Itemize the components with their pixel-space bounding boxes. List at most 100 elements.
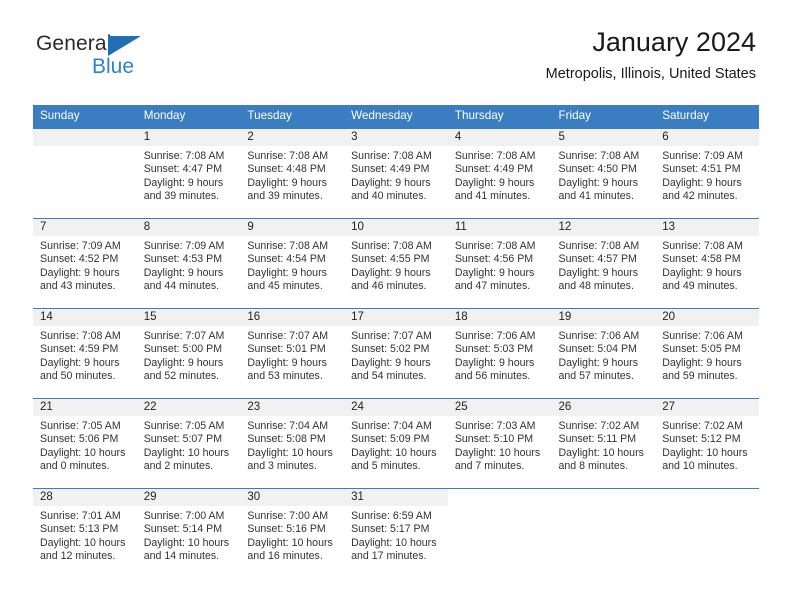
day-number: 14	[33, 308, 137, 326]
weekday-header-friday: Friday	[551, 105, 656, 129]
day-cell[interactable]: 17 Sunrise: 7:07 AM Sunset: 5:02 PM Dayl…	[344, 308, 448, 398]
daylight-text-line2: and 53 minutes.	[247, 370, 323, 383]
daylight-text-line1: Daylight: 9 hours	[351, 356, 431, 369]
day-number: 30	[240, 488, 345, 506]
day-cell[interactable]: 1 Sunrise: 7:08 AM Sunset: 4:47 PM Dayli…	[136, 128, 241, 218]
daylight-text-line2: and 54 minutes.	[351, 370, 427, 383]
day-cell[interactable]: 20 Sunrise: 7:06 AM Sunset: 5:05 PM Dayl…	[655, 308, 759, 398]
day-cell[interactable]	[551, 488, 656, 578]
daylight-text-line1: Daylight: 10 hours	[143, 446, 230, 459]
day-cell[interactable]: 15 Sunrise: 7:07 AM Sunset: 5:00 PM Dayl…	[136, 308, 241, 398]
day-cell[interactable]: 14 Sunrise: 7:08 AM Sunset: 4:59 PM Dayl…	[33, 308, 137, 398]
sunset-text: Sunset: 5:10 PM	[454, 433, 534, 446]
day-cell[interactable]: 9 Sunrise: 7:08 AM Sunset: 4:54 PM Dayli…	[240, 218, 345, 308]
day-cell[interactable]	[447, 488, 552, 578]
sunset-text: Sunset: 5:02 PM	[351, 343, 430, 356]
day-cell[interactable]: 12 Sunrise: 7:08 AM Sunset: 4:57 PM Dayl…	[551, 218, 656, 308]
day-cell[interactable]: 10 Sunrise: 7:08 AM Sunset: 4:55 PM Dayl…	[344, 218, 448, 308]
day-number: 7	[33, 218, 137, 236]
weekday-header-row: Sunday Monday Tuesday Wednesday Thursday…	[33, 105, 759, 129]
day-number: 3	[344, 128, 448, 146]
day-cell[interactable]: 21 Sunrise: 7:05 AM Sunset: 5:06 PM Dayl…	[33, 398, 137, 488]
day-number: 20	[655, 308, 759, 326]
sunrise-text: Sunrise: 7:08 AM	[351, 149, 432, 162]
sunrise-text: Sunrise: 7:08 AM	[662, 239, 743, 252]
day-cell[interactable]: 16 Sunrise: 7:07 AM Sunset: 5:01 PM Dayl…	[240, 308, 345, 398]
sunset-text: Sunset: 5:08 PM	[247, 433, 326, 446]
day-cell[interactable]: 28 Sunrise: 7:01 AM Sunset: 5:13 PM Dayl…	[33, 488, 137, 578]
day-cell[interactable]: 29 Sunrise: 7:00 AM Sunset: 5:14 PM Dayl…	[136, 488, 241, 578]
sunset-text: Sunset: 5:01 PM	[247, 343, 326, 356]
sunset-text: Sunset: 5:16 PM	[247, 523, 326, 536]
weekday-header-saturday: Saturday	[655, 105, 759, 129]
day-cell[interactable]: 22 Sunrise: 7:05 AM Sunset: 5:07 PM Dayl…	[136, 398, 241, 488]
day-number: 12	[551, 218, 656, 236]
day-cell[interactable]: 27 Sunrise: 7:02 AM Sunset: 5:12 PM Dayl…	[655, 398, 759, 488]
daylight-text-line1: Daylight: 9 hours	[454, 266, 535, 279]
sunset-text: Sunset: 4:50 PM	[558, 163, 637, 176]
day-details: Sunrise: 7:09 AM Sunset: 4:53 PM Dayligh…	[137, 236, 241, 294]
logo-text-general: General	[36, 32, 112, 55]
daylight-text-line1: Daylight: 9 hours	[454, 176, 535, 189]
sunset-text: Sunset: 5:17 PM	[351, 523, 430, 536]
daylight-text-line2: and 5 minutes.	[351, 460, 421, 473]
daylight-text-line2: and 46 minutes.	[351, 280, 427, 293]
day-cell[interactable]: 5 Sunrise: 7:08 AM Sunset: 4:50 PM Dayli…	[551, 128, 656, 218]
daylight-text-line1: Daylight: 9 hours	[558, 356, 639, 369]
day-cell[interactable]: 3 Sunrise: 7:08 AM Sunset: 4:49 PM Dayli…	[344, 128, 448, 218]
day-cell[interactable]	[33, 128, 137, 218]
day-cell[interactable]: 26 Sunrise: 7:02 AM Sunset: 5:11 PM Dayl…	[551, 398, 656, 488]
day-cell[interactable]: 6 Sunrise: 7:09 AM Sunset: 4:51 PM Dayli…	[655, 128, 759, 218]
daylight-text-line1: Daylight: 9 hours	[662, 176, 742, 189]
day-number: 16	[240, 308, 345, 326]
day-cell[interactable]: 23 Sunrise: 7:04 AM Sunset: 5:08 PM Dayl…	[240, 398, 345, 488]
daylight-text-line1: Daylight: 9 hours	[143, 266, 224, 279]
day-cell[interactable]: 24 Sunrise: 7:04 AM Sunset: 5:09 PM Dayl…	[344, 398, 448, 488]
day-cell[interactable]	[655, 488, 759, 578]
day-cell[interactable]: 8 Sunrise: 7:09 AM Sunset: 4:53 PM Dayli…	[136, 218, 241, 308]
day-cell[interactable]: 13 Sunrise: 7:08 AM Sunset: 4:58 PM Dayl…	[655, 218, 759, 308]
day-cell[interactable]: 31 Sunrise: 6:59 AM Sunset: 5:17 PM Dayl…	[344, 488, 448, 578]
logo-word-general: General	[36, 32, 186, 56]
day-details: Sunrise: 7:04 AM Sunset: 5:08 PM Dayligh…	[240, 416, 344, 474]
day-details	[552, 506, 656, 510]
daylight-text-line2: and 2 minutes.	[143, 460, 214, 473]
daylight-text-line2: and 48 minutes.	[558, 280, 634, 293]
location-subtitle: Metropolis, Illinois, United States	[545, 65, 756, 82]
sunrise-text: Sunrise: 7:09 AM	[143, 239, 225, 252]
day-details	[655, 506, 759, 510]
daylight-text-line1: Daylight: 9 hours	[558, 266, 639, 279]
sunrise-text: Sunrise: 7:07 AM	[247, 329, 329, 342]
day-number	[551, 488, 656, 506]
daylight-text-line2: and 7 minutes.	[454, 460, 525, 473]
daylight-text-line2: and 40 minutes.	[351, 190, 427, 203]
day-cell[interactable]: 19 Sunrise: 7:06 AM Sunset: 5:04 PM Dayl…	[551, 308, 656, 398]
day-details: Sunrise: 7:07 AM Sunset: 5:00 PM Dayligh…	[137, 326, 241, 384]
daylight-text-line2: and 49 minutes.	[662, 280, 738, 293]
day-number: 18	[447, 308, 552, 326]
daylight-text-line1: Daylight: 9 hours	[247, 176, 327, 189]
daylight-text-line1: Daylight: 9 hours	[351, 266, 431, 279]
sunset-text: Sunset: 5:12 PM	[662, 433, 741, 446]
day-cell[interactable]: 4 Sunrise: 7:08 AM Sunset: 4:49 PM Dayli…	[447, 128, 552, 218]
day-cell[interactable]: 7 Sunrise: 7:09 AM Sunset: 4:52 PM Dayli…	[33, 218, 137, 308]
weekday-header-wednesday: Wednesday	[344, 105, 448, 129]
day-details: Sunrise: 7:08 AM Sunset: 4:58 PM Dayligh…	[655, 236, 759, 294]
day-details: Sunrise: 7:01 AM Sunset: 5:13 PM Dayligh…	[33, 506, 137, 564]
sunset-text: Sunset: 5:00 PM	[143, 343, 223, 356]
sunset-text: Sunset: 5:09 PM	[351, 433, 430, 446]
sunset-text: Sunset: 4:49 PM	[351, 163, 430, 176]
page-title: January 2024	[592, 27, 756, 57]
day-details: Sunrise: 7:08 AM Sunset: 4:59 PM Dayligh…	[33, 326, 137, 384]
weekday-header-tuesday: Tuesday	[240, 105, 345, 129]
calendar-body: 1 Sunrise: 7:08 AM Sunset: 4:47 PM Dayli…	[33, 128, 759, 578]
sunrise-text: Sunrise: 6:59 AM	[351, 509, 432, 522]
day-cell[interactable]: 18 Sunrise: 7:06 AM Sunset: 5:03 PM Dayl…	[447, 308, 552, 398]
day-cell[interactable]: 25 Sunrise: 7:03 AM Sunset: 5:10 PM Dayl…	[447, 398, 552, 488]
day-cell[interactable]: 2 Sunrise: 7:08 AM Sunset: 4:48 PM Dayli…	[240, 128, 345, 218]
day-details: Sunrise: 7:00 AM Sunset: 5:14 PM Dayligh…	[137, 506, 241, 564]
day-cell[interactable]: 30 Sunrise: 7:00 AM Sunset: 5:16 PM Dayl…	[240, 488, 345, 578]
daylight-text-line2: and 59 minutes.	[662, 370, 738, 383]
daylight-text-line2: and 10 minutes.	[662, 460, 738, 473]
day-cell[interactable]: 11 Sunrise: 7:08 AM Sunset: 4:56 PM Dayl…	[447, 218, 552, 308]
